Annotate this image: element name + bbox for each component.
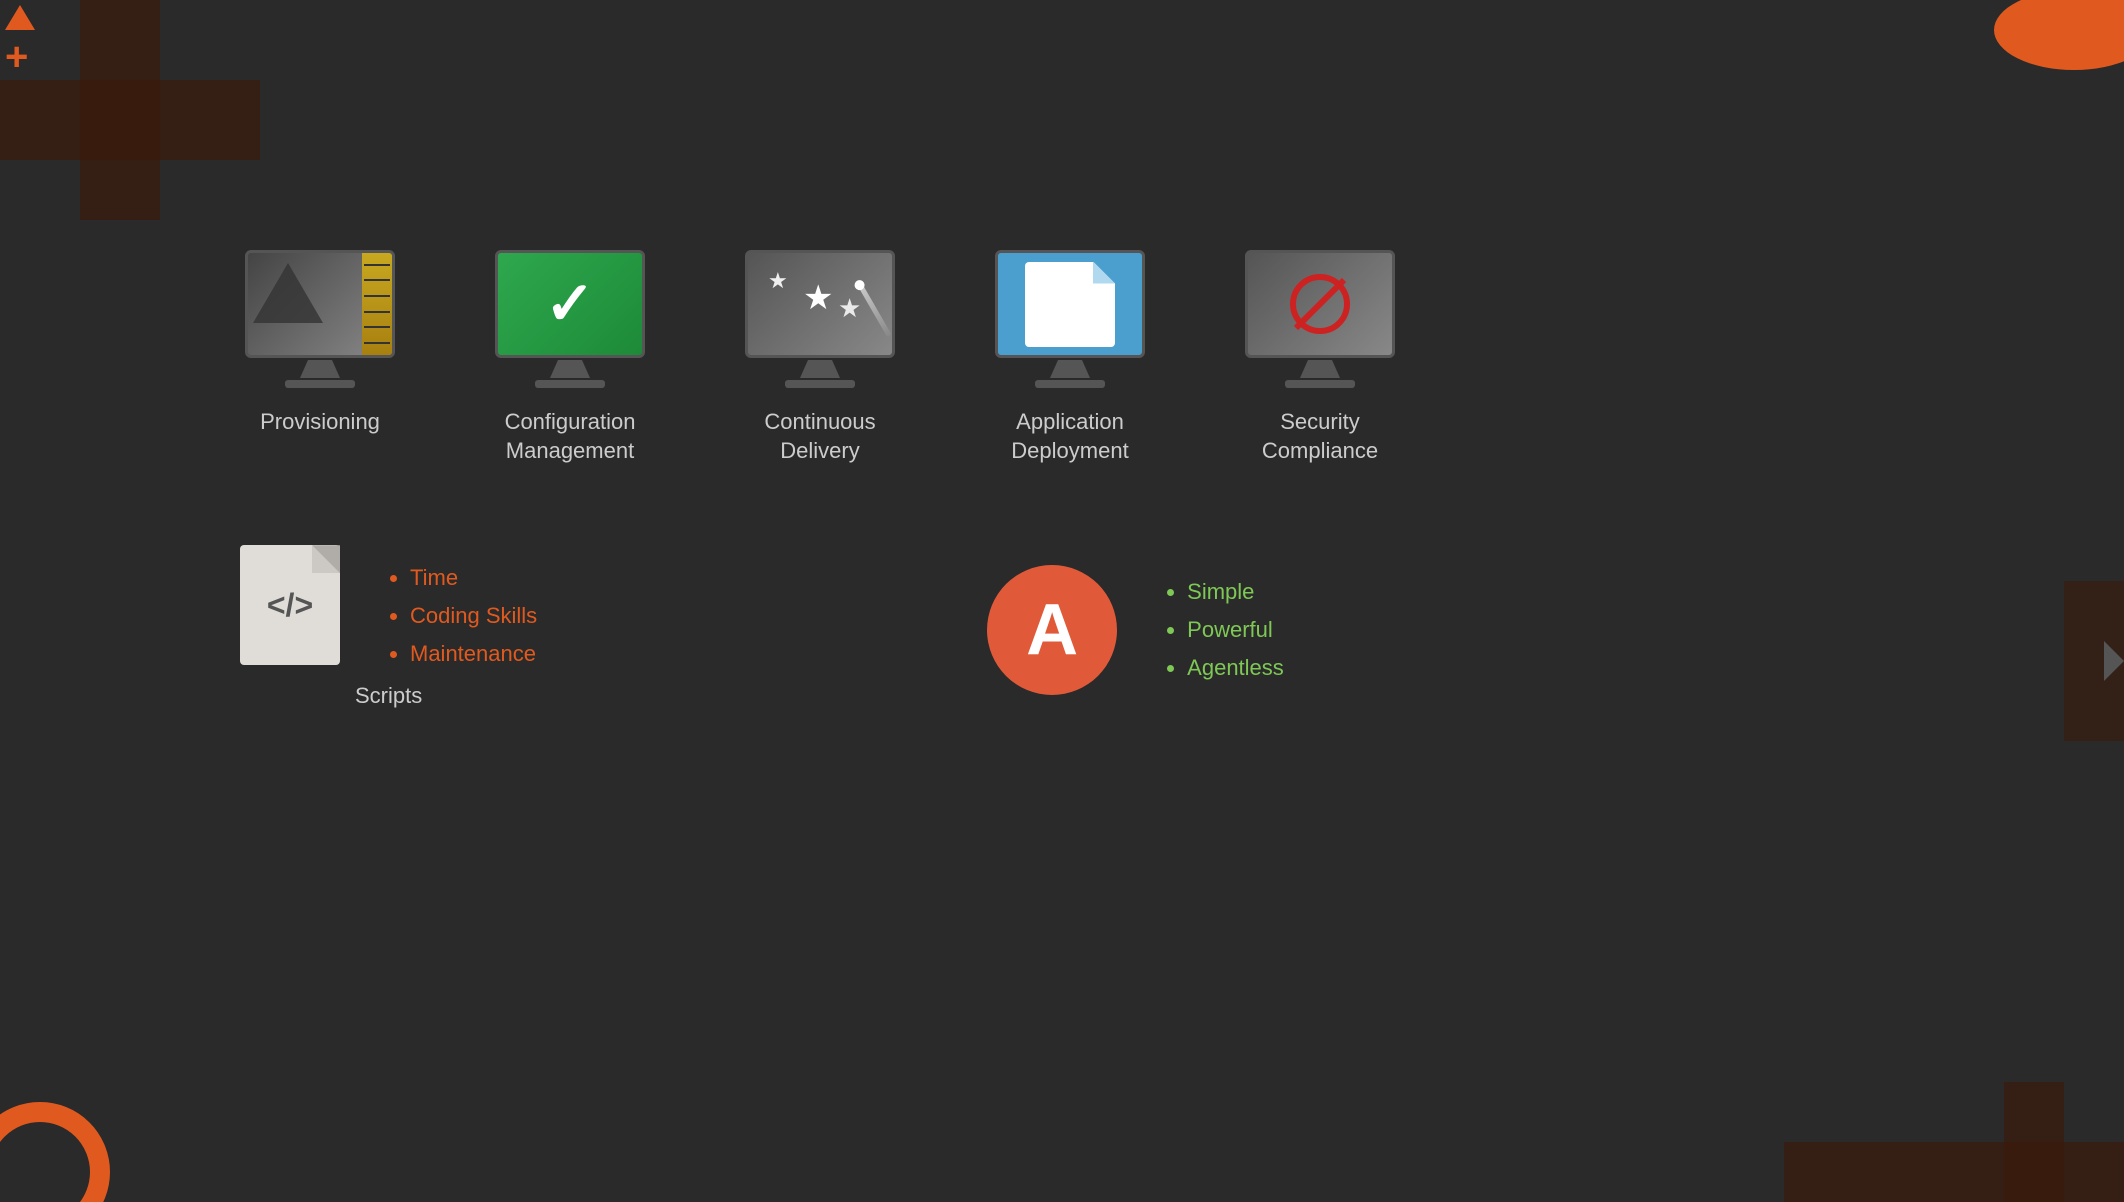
monitor-base-3 bbox=[785, 380, 855, 388]
config-management-monitor: ✓ bbox=[495, 250, 645, 388]
app-doc-icon bbox=[1025, 262, 1115, 347]
star-icon-1: ★ bbox=[768, 268, 788, 294]
ansible-bullet-agentless: Agentless bbox=[1187, 655, 1284, 681]
monitor-stand-3 bbox=[800, 360, 840, 378]
provisioning-triangle bbox=[253, 263, 323, 323]
monitor-base bbox=[285, 380, 355, 388]
no-sign-icon bbox=[1290, 274, 1350, 334]
application-deployment-monitor bbox=[995, 250, 1145, 388]
monitor-stand-2 bbox=[550, 360, 590, 378]
config-management-item: ✓ Configuration Management bbox=[490, 250, 650, 465]
application-deployment-label: Application Deployment bbox=[1011, 408, 1128, 465]
security-compliance-monitor bbox=[1245, 250, 1395, 388]
provisioning-monitor bbox=[245, 250, 395, 388]
wand-icon bbox=[857, 283, 891, 337]
scripts-bullets: Time Coding Skills Maintenance bbox=[390, 545, 537, 667]
top-right-decoration bbox=[1924, 0, 2124, 100]
provisioning-ruler bbox=[362, 253, 392, 355]
scripts-section: </> Time Coding Skills Maintenance Scrip… bbox=[240, 545, 537, 709]
right-mid-decoration bbox=[2044, 581, 2124, 741]
continuous-delivery-monitor: ★ ★ ★ bbox=[745, 250, 895, 388]
scripts-bullet-maintenance: Maintenance bbox=[410, 641, 537, 667]
icons-row: Provisioning ✓ Configuration Management … bbox=[240, 250, 2024, 465]
scripts-label: Scripts bbox=[355, 683, 422, 709]
main-content: Provisioning ✓ Configuration Management … bbox=[240, 250, 2024, 709]
monitor-base-5 bbox=[1285, 380, 1355, 388]
bottom-right-decoration bbox=[1784, 1082, 2124, 1202]
security-compliance-item: Security Compliance bbox=[1240, 250, 1400, 465]
monitor-base-4 bbox=[1035, 380, 1105, 388]
application-deployment-item: Application Deployment bbox=[990, 250, 1150, 465]
app-doc-fold bbox=[1093, 262, 1115, 284]
provisioning-label: Provisioning bbox=[260, 408, 380, 437]
provisioning-item: Provisioning bbox=[240, 250, 400, 437]
continuous-delivery-label: Continuous Delivery bbox=[764, 408, 875, 465]
bottom-left-decoration bbox=[0, 1072, 130, 1202]
top-left-decoration: + bbox=[0, 0, 260, 220]
config-management-label: Configuration Management bbox=[505, 408, 636, 465]
ansible-logo: A bbox=[987, 565, 1117, 695]
scripts-file-fold bbox=[312, 545, 340, 573]
bottom-section: </> Time Coding Skills Maintenance Scrip… bbox=[240, 545, 2024, 709]
continuous-delivery-screen: ★ ★ ★ bbox=[745, 250, 895, 358]
application-deployment-screen bbox=[995, 250, 1145, 358]
ansible-bullet-simple: Simple bbox=[1187, 579, 1284, 605]
provisioning-screen bbox=[245, 250, 395, 358]
security-compliance-label: Security Compliance bbox=[1262, 408, 1378, 465]
ansible-logo-letter: A bbox=[1026, 589, 1078, 671]
ansible-bullets: Simple Powerful Agentless bbox=[1167, 579, 1284, 681]
scripts-bullet-time: Time bbox=[410, 565, 537, 591]
ansible-section: A Simple Powerful Agentless bbox=[987, 565, 1284, 695]
scripts-bullet-coding: Coding Skills bbox=[410, 603, 537, 629]
star-icon-2: ★ bbox=[803, 278, 833, 318]
scripts-file-icon: </> bbox=[240, 545, 340, 665]
ansible-bullet-powerful: Powerful bbox=[1187, 617, 1284, 643]
checkmark-icon: ✓ bbox=[545, 274, 595, 334]
continuous-delivery-item: ★ ★ ★ Continuous Delivery bbox=[740, 250, 900, 465]
security-compliance-screen bbox=[1245, 250, 1395, 358]
monitor-stand-5 bbox=[1300, 360, 1340, 378]
monitor-stand-4 bbox=[1050, 360, 1090, 378]
monitor-stand bbox=[300, 360, 340, 378]
scripts-code-symbol: </> bbox=[267, 587, 313, 624]
monitor-base-2 bbox=[535, 380, 605, 388]
scripts-icon-wrap: </> Time Coding Skills Maintenance bbox=[240, 545, 537, 667]
config-management-screen: ✓ bbox=[495, 250, 645, 358]
star-icon-3: ★ bbox=[838, 293, 861, 324]
svg-text:+: + bbox=[5, 35, 28, 79]
